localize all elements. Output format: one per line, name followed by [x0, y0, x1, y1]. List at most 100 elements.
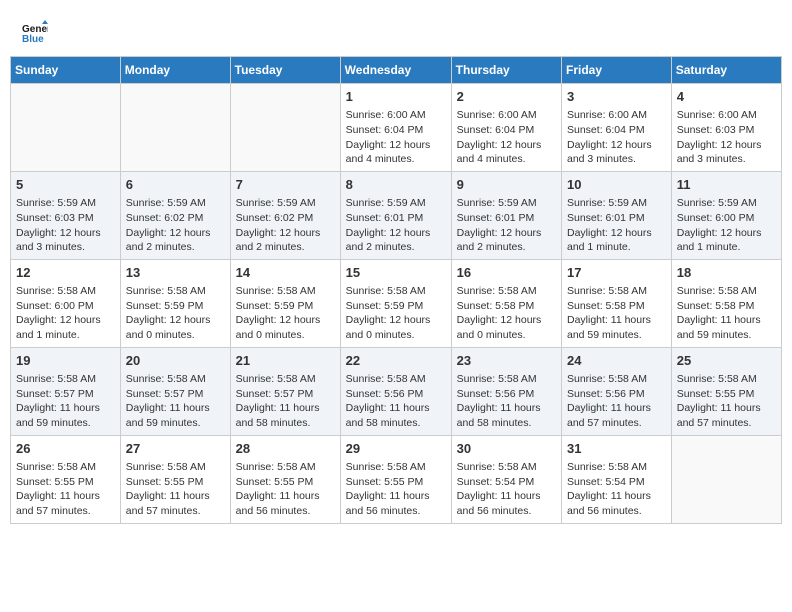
logo: General Blue [20, 18, 52, 46]
sunrise-info: Sunrise: 6:00 AM [346, 108, 446, 123]
sunrise-info: Sunrise: 5:58 AM [16, 284, 115, 299]
day-info-continuation: and 57 minutes. [677, 416, 776, 431]
sunset-info: Sunset: 5:59 PM [126, 299, 225, 314]
calendar-cell: 14Sunrise: 5:58 AMSunset: 5:59 PMDayligh… [230, 259, 340, 347]
daylight-hours: Daylight: 12 hours [457, 138, 556, 153]
calendar-week-row: 1Sunrise: 6:00 AMSunset: 6:04 PMDaylight… [11, 84, 782, 172]
day-info-continuation: and 3 minutes. [677, 152, 776, 167]
sunrise-info: Sunrise: 5:59 AM [677, 196, 776, 211]
day-number: 27 [126, 440, 225, 458]
sunset-info: Sunset: 5:54 PM [457, 475, 556, 490]
sunset-info: Sunset: 6:01 PM [346, 211, 446, 226]
sunset-info: Sunset: 6:01 PM [457, 211, 556, 226]
daylight-hours: Daylight: 11 hours [567, 489, 666, 504]
weekday-header-monday: Monday [120, 57, 230, 84]
day-info-continuation: and 4 minutes. [457, 152, 556, 167]
daylight-hours: Daylight: 12 hours [126, 313, 225, 328]
sunset-info: Sunset: 6:00 PM [677, 211, 776, 226]
day-number: 14 [236, 264, 335, 282]
weekday-header-tuesday: Tuesday [230, 57, 340, 84]
calendar-cell [230, 84, 340, 172]
sunset-info: Sunset: 5:58 PM [677, 299, 776, 314]
daylight-hours: Daylight: 12 hours [457, 226, 556, 241]
day-number: 28 [236, 440, 335, 458]
day-number: 25 [677, 352, 776, 370]
weekday-header-saturday: Saturday [671, 57, 781, 84]
day-info-continuation: and 57 minutes. [567, 416, 666, 431]
svg-text:Blue: Blue [22, 34, 44, 45]
sunrise-info: Sunrise: 5:58 AM [346, 284, 446, 299]
sunset-info: Sunset: 5:55 PM [126, 475, 225, 490]
sunset-info: Sunset: 6:03 PM [677, 123, 776, 138]
calendar-cell: 8Sunrise: 5:59 AMSunset: 6:01 PMDaylight… [340, 171, 451, 259]
sunrise-info: Sunrise: 5:58 AM [346, 372, 446, 387]
day-info-continuation: and 2 minutes. [126, 240, 225, 255]
sunset-info: Sunset: 5:57 PM [126, 387, 225, 402]
sunrise-info: Sunrise: 5:58 AM [567, 284, 666, 299]
calendar-cell: 9Sunrise: 5:59 AMSunset: 6:01 PMDaylight… [451, 171, 561, 259]
daylight-hours: Daylight: 12 hours [346, 138, 446, 153]
day-info-continuation: and 58 minutes. [346, 416, 446, 431]
sunset-info: Sunset: 5:55 PM [16, 475, 115, 490]
calendar-cell [671, 435, 781, 523]
daylight-hours: Daylight: 12 hours [567, 226, 666, 241]
sunrise-info: Sunrise: 5:58 AM [457, 284, 556, 299]
day-info-continuation: and 56 minutes. [346, 504, 446, 519]
day-info-continuation: and 3 minutes. [567, 152, 666, 167]
calendar-cell: 28Sunrise: 5:58 AMSunset: 5:55 PMDayligh… [230, 435, 340, 523]
sunrise-info: Sunrise: 5:58 AM [457, 460, 556, 475]
sunrise-info: Sunrise: 5:59 AM [457, 196, 556, 211]
calendar-cell: 23Sunrise: 5:58 AMSunset: 5:56 PMDayligh… [451, 347, 561, 435]
daylight-hours: Daylight: 11 hours [457, 489, 556, 504]
day-number: 26 [16, 440, 115, 458]
sunrise-info: Sunrise: 5:59 AM [346, 196, 446, 211]
day-number: 24 [567, 352, 666, 370]
daylight-hours: Daylight: 12 hours [677, 138, 776, 153]
day-number: 29 [346, 440, 446, 458]
sunset-info: Sunset: 6:02 PM [126, 211, 225, 226]
day-number: 21 [236, 352, 335, 370]
day-number: 20 [126, 352, 225, 370]
daylight-hours: Daylight: 11 hours [126, 489, 225, 504]
daylight-hours: Daylight: 11 hours [567, 313, 666, 328]
calendar-cell: 4Sunrise: 6:00 AMSunset: 6:03 PMDaylight… [671, 84, 781, 172]
calendar-cell: 29Sunrise: 5:58 AMSunset: 5:55 PMDayligh… [340, 435, 451, 523]
sunrise-info: Sunrise: 5:58 AM [126, 372, 225, 387]
sunset-info: Sunset: 5:59 PM [346, 299, 446, 314]
weekday-header-thursday: Thursday [451, 57, 561, 84]
calendar-cell: 12Sunrise: 5:58 AMSunset: 6:00 PMDayligh… [11, 259, 121, 347]
sunset-info: Sunset: 6:01 PM [567, 211, 666, 226]
daylight-hours: Daylight: 12 hours [236, 226, 335, 241]
sunrise-info: Sunrise: 5:58 AM [236, 372, 335, 387]
calendar-cell: 5Sunrise: 5:59 AMSunset: 6:03 PMDaylight… [11, 171, 121, 259]
day-number: 13 [126, 264, 225, 282]
daylight-hours: Daylight: 11 hours [236, 489, 335, 504]
sunset-info: Sunset: 5:55 PM [677, 387, 776, 402]
day-info-continuation: and 0 minutes. [126, 328, 225, 343]
day-number: 17 [567, 264, 666, 282]
sunrise-info: Sunrise: 5:58 AM [16, 460, 115, 475]
day-number: 10 [567, 176, 666, 194]
daylight-hours: Daylight: 11 hours [16, 401, 115, 416]
sunset-info: Sunset: 6:04 PM [567, 123, 666, 138]
day-number: 7 [236, 176, 335, 194]
day-info-continuation: and 56 minutes. [457, 504, 556, 519]
calendar-cell: 19Sunrise: 5:58 AMSunset: 5:57 PMDayligh… [11, 347, 121, 435]
calendar-week-row: 19Sunrise: 5:58 AMSunset: 5:57 PMDayligh… [11, 347, 782, 435]
daylight-hours: Daylight: 11 hours [677, 401, 776, 416]
day-info-continuation: and 3 minutes. [16, 240, 115, 255]
day-info-continuation: and 56 minutes. [236, 504, 335, 519]
weekday-header-friday: Friday [562, 57, 672, 84]
day-number: 12 [16, 264, 115, 282]
day-number: 5 [16, 176, 115, 194]
daylight-hours: Daylight: 11 hours [346, 401, 446, 416]
logo-icon: General Blue [20, 18, 48, 46]
calendar-cell: 22Sunrise: 5:58 AMSunset: 5:56 PMDayligh… [340, 347, 451, 435]
sunset-info: Sunset: 5:58 PM [457, 299, 556, 314]
calendar-cell [120, 84, 230, 172]
day-info-continuation: and 59 minutes. [567, 328, 666, 343]
calendar-cell: 1Sunrise: 6:00 AMSunset: 6:04 PMDaylight… [340, 84, 451, 172]
day-info-continuation: and 0 minutes. [346, 328, 446, 343]
daylight-hours: Daylight: 12 hours [346, 313, 446, 328]
sunrise-info: Sunrise: 5:58 AM [677, 372, 776, 387]
